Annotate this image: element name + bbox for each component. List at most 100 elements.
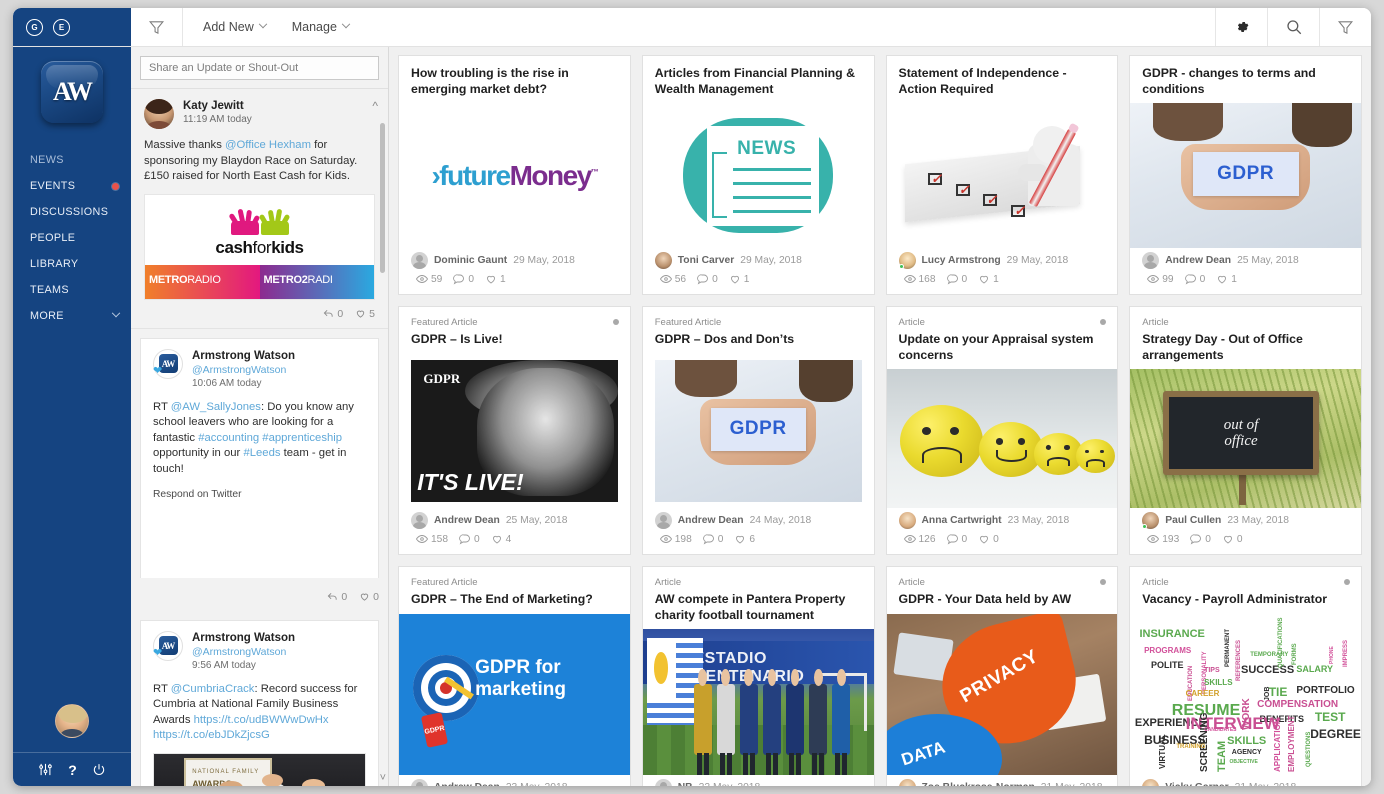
post-handle[interactable]: @ArmstrongWatson [192, 645, 366, 659]
view-count: 168 [918, 273, 936, 285]
sidebar-item-events[interactable]: EVENTS [13, 173, 131, 199]
card-date: 22 May, 2018 [699, 782, 761, 786]
card-date: 25 May, 2018 [505, 515, 568, 526]
card-kicker: Featured Article [654, 317, 722, 328]
collapse-post-icon[interactable]: ^ [372, 99, 378, 113]
sidebar-item-people[interactable]: PEOPLE [13, 225, 131, 251]
cfk-text-for: for [252, 237, 272, 257]
share-input[interactable] [140, 56, 379, 80]
filter-icon [1337, 19, 1354, 36]
article-card[interactable]: Article Strategy Day - Out of Office arr… [1129, 306, 1362, 555]
comment-stat: 0 [453, 273, 474, 285]
cloud-word: CAREER [1185, 689, 1220, 699]
post-mention-link[interactable]: @AW_SallyJones [171, 401, 261, 413]
sidebar-item-label: MORE [30, 310, 64, 322]
cloud-word: PORTFOLIO [1296, 684, 1355, 696]
settings-button[interactable] [1215, 8, 1267, 46]
card-title: Articles from Financial Planning & Wealt… [654, 66, 855, 96]
scroll-down-icon[interactable]: ˅ [380, 772, 386, 784]
avatar [654, 779, 672, 786]
post-handle[interactable]: @ArmstrongWatson [192, 363, 366, 377]
cloud-word: IMPRESS [1342, 639, 1349, 667]
article-card[interactable]: Articles from Financial Planning & Wealt… [641, 55, 875, 295]
article-grid: How troubling is the rise in emerging ma… [398, 55, 1362, 786]
post-actions: 0 0 [131, 586, 388, 611]
cloud-word: TEST [1314, 710, 1346, 725]
like-count: 1 [993, 273, 999, 285]
like-count: 0 [993, 533, 999, 545]
cloud-word: OBJECTIVE [1229, 758, 1258, 765]
sidebar-item-library[interactable]: LIBRARY [13, 251, 131, 277]
article-card[interactable]: GDPR - changes to terms and conditions G… [1129, 55, 1362, 295]
cloud-word: PHONE [1328, 645, 1335, 664]
feed-scroll-region[interactable]: ^ Katy Jewitt 11:19 AM today Massive tha… [131, 88, 388, 786]
view-stat: 168 [903, 273, 936, 285]
article-card[interactable]: Article AW compete in Pantera Property c… [641, 566, 875, 786]
sliders-icon[interactable] [38, 762, 53, 777]
avatar [898, 779, 916, 786]
comment-count: 0 [474, 533, 480, 545]
view-stat: 158 [416, 533, 448, 545]
reply-action[interactable]: 0 [323, 308, 343, 320]
view-count: 198 [674, 533, 692, 545]
view-stat: 198 [659, 533, 692, 545]
article-card[interactable]: Featured Article GDPR – Is Live! GDPR IT… [398, 306, 631, 555]
article-card[interactable]: Article Update on your Appraisal system … [885, 306, 1119, 555]
feed-filter-button[interactable] [131, 8, 183, 46]
like-action[interactable]: 0 [359, 591, 379, 603]
sidebar-item-news[interactable]: NEWS [13, 147, 131, 173]
comment-count: 0 [1199, 273, 1206, 285]
article-card[interactable]: How troubling is the rise in emerging ma… [398, 55, 631, 295]
card-author: Vicky Garner [1165, 782, 1228, 786]
respond-on-twitter-link[interactable]: Respond on Twitter [153, 489, 366, 500]
feed-post[interactable]: ^ Katy Jewitt 11:19 AM today Massive tha… [131, 89, 388, 329]
post-mention-link[interactable]: @CumbriaCrack [171, 683, 255, 695]
power-icon[interactable] [92, 763, 106, 777]
cloud-word: AGENCY [1231, 749, 1262, 757]
logo-text: AW [53, 77, 93, 106]
post-hashtag-link[interactable]: #accounting #apprenticeship [198, 432, 342, 444]
article-card[interactable]: Article GDPR - Your Data held by AW PRIV… [885, 566, 1119, 786]
post-mention-link[interactable]: @Office Hexham [225, 139, 311, 151]
grid-filter-button[interactable] [1319, 8, 1371, 46]
e-button[interactable]: E [53, 18, 70, 36]
post-actions: 0 5 [144, 308, 375, 320]
app-logo[interactable]: AW [13, 47, 131, 143]
post-url-link[interactable]: https://t.co/udBWWwDwHx [194, 714, 329, 726]
feed-post[interactable]: AW ❤ Armstrong Watson @ArmstrongWatson 1… [140, 337, 379, 578]
reply-action[interactable]: 0 [327, 591, 347, 603]
like-count: 5 [369, 307, 375, 320]
article-card[interactable]: Article Vacancy - Payroll Administrator … [1129, 566, 1362, 786]
like-count: 0 [373, 590, 379, 603]
sidebar-item-more[interactable]: MORE [13, 303, 131, 329]
g-button[interactable]: G [26, 18, 43, 36]
manage-menu[interactable]: Manage [292, 19, 351, 34]
view-stat: 126 [903, 533, 936, 545]
like-action[interactable]: 5 [355, 308, 375, 320]
search-button[interactable] [1267, 8, 1319, 46]
like-count: 1 [743, 273, 750, 285]
comment-count: 0 [961, 533, 968, 545]
add-new-menu[interactable]: Add New [203, 19, 267, 34]
card-title: GDPR - Your Data held by AW [898, 592, 1072, 606]
post-url-link[interactable]: https://t.co/ebJDkZjcsG [153, 729, 270, 741]
comment-stat: 0 [697, 273, 718, 285]
card-author: Paul Cullen [1165, 515, 1222, 526]
card-date: 23 May, 2018 [1007, 515, 1070, 526]
article-card[interactable]: Featured Article GDPR – The End of Marke… [398, 566, 631, 786]
post-time: 11:19 AM today [183, 114, 252, 125]
feed-scrollbar[interactable] [380, 95, 385, 780]
feed-scroll-thumb[interactable] [380, 123, 385, 273]
help-icon[interactable]: ? [68, 762, 77, 778]
user-avatar-wrap[interactable] [13, 704, 131, 752]
article-card[interactable]: Featured Article GDPR – Dos and Don’ts G… [641, 306, 875, 555]
post-text: Massive thanks @Office Hexham for sponso… [144, 138, 375, 185]
oof-line-1: out of [1223, 416, 1259, 433]
twitter-icon: ❤ [153, 364, 163, 377]
feed-post[interactable]: AW ❤ Armstrong Watson @ArmstrongWatson 9… [140, 619, 379, 786]
article-card[interactable]: Statement of Independence - Action Requi… [885, 55, 1119, 295]
sidebar-item-teams[interactable]: TEAMS [13, 277, 131, 303]
sidebar-item-discussions[interactable]: DISCUSSIONS [13, 199, 131, 225]
avatar [411, 252, 428, 269]
post-hashtag-link[interactable]: #Leeds [243, 447, 280, 459]
